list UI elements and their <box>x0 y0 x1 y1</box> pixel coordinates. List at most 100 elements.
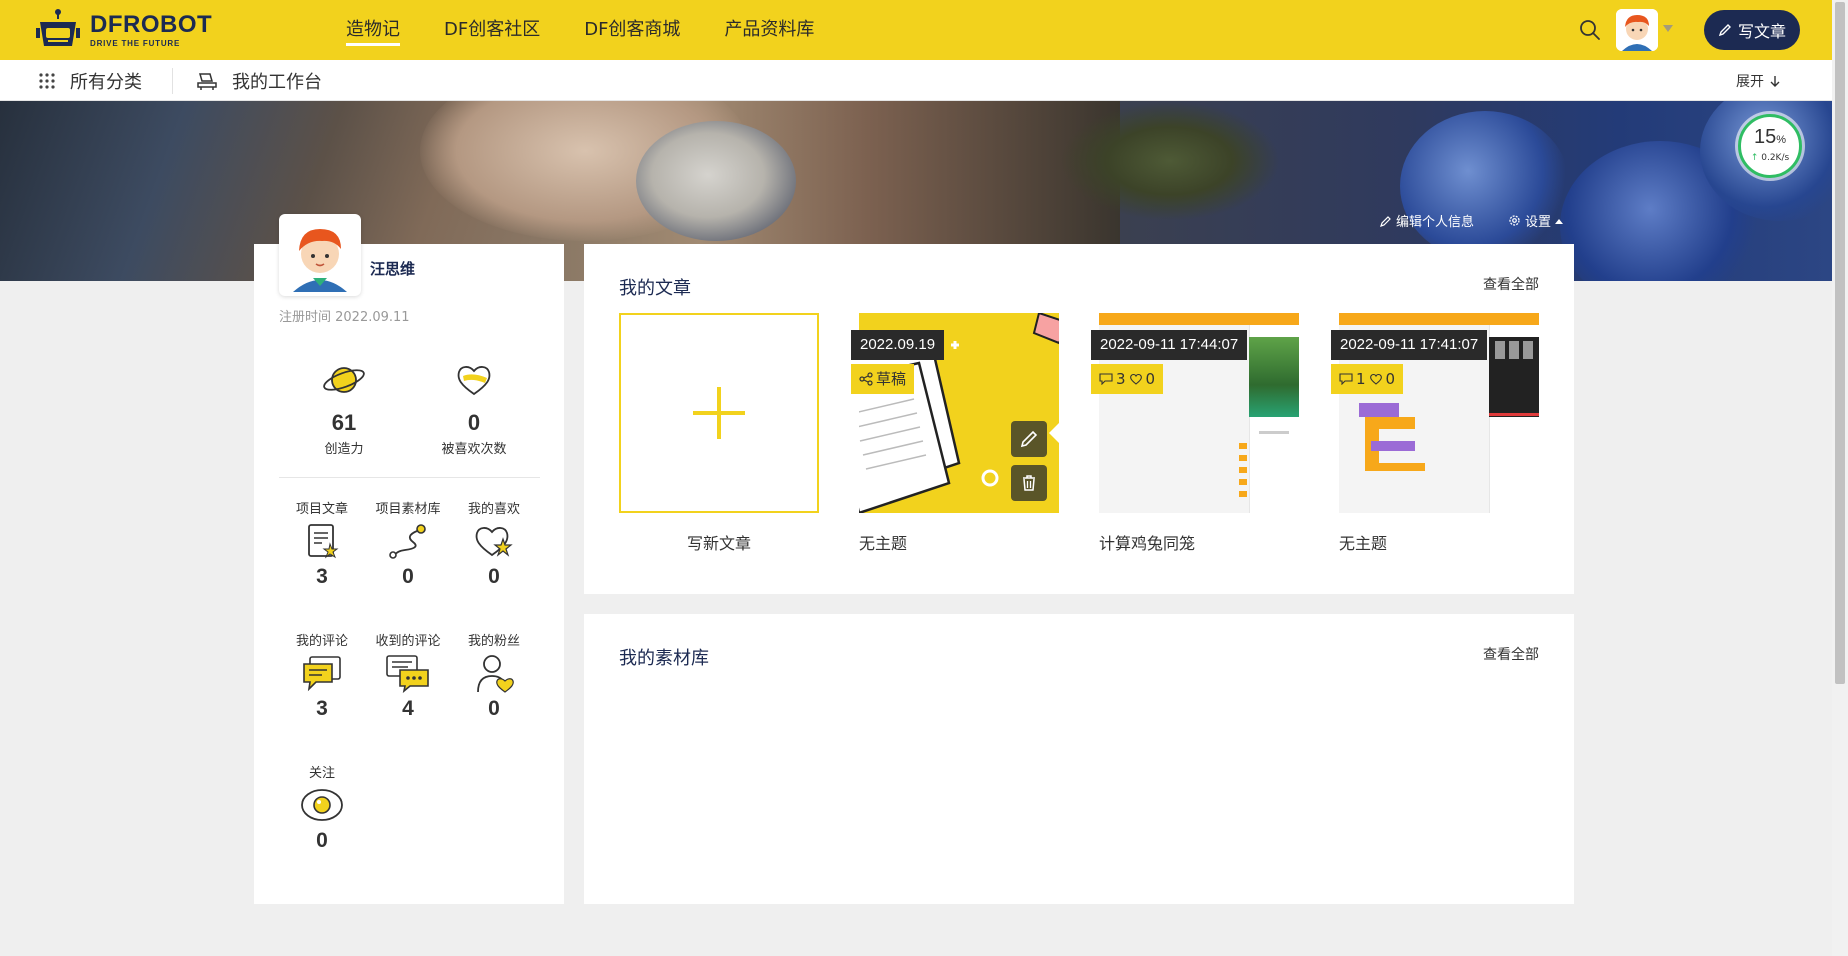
my-workbench-label: 我的工作台 <box>232 71 322 93</box>
edit-profile-label: 编辑个人信息 <box>1396 215 1475 230</box>
stat-value: 0 <box>488 697 500 720</box>
delete-article-button[interactable] <box>1011 465 1047 501</box>
shot-stage-grid <box>1495 341 1533 359</box>
workbench-icon <box>197 72 217 90</box>
nav-item-df-community[interactable]: DF创客社区 <box>444 0 540 60</box>
page-scrollbar-thumb[interactable] <box>1835 2 1845 684</box>
article-title[interactable]: 计算鸡兔同笼 <box>1099 530 1195 554</box>
avatar <box>283 218 357 292</box>
my-articles-title: 我的文章 <box>619 278 691 299</box>
write-article-label: 写文章 <box>1737 22 1786 41</box>
shot-header <box>1339 313 1539 325</box>
article-title[interactable]: 无主题 <box>1339 530 1387 554</box>
project-materials-stat[interactable]: 项目素材库 0 <box>363 498 453 589</box>
nav-item-zaowuji[interactable]: 造物记 <box>346 0 400 60</box>
robot-logo-icon <box>36 9 80 46</box>
stat-value: 0 <box>488 565 500 588</box>
expand-label: 展开 <box>1736 73 1764 90</box>
comment-icon <box>1099 373 1113 385</box>
search-button[interactable] <box>1578 18 1602 42</box>
heart-icon <box>1129 373 1142 385</box>
shot-line <box>1259 431 1289 434</box>
shot-stage-image <box>1249 337 1299 417</box>
main-nav: 造物记 DF创客社区 DF创客商城 产品资料库 <box>346 0 858 60</box>
brand-tagline: DRIVE THE FUTURE <box>90 38 181 48</box>
draft-status-label: 草稿 <box>876 370 907 388</box>
stat-label: 我的评论 <box>295 634 348 649</box>
comment-icon <box>303 656 341 692</box>
banner-clay-shape <box>636 121 796 241</box>
likes-received-value: 0 <box>467 410 481 435</box>
user-avatar-button[interactable] <box>1616 9 1658 51</box>
network-speed-widget[interactable]: 15% ↑ 0.2K/s <box>1738 114 1802 178</box>
divider <box>279 477 540 478</box>
stat-label: 我的粉丝 <box>467 634 520 649</box>
pencil-icon <box>1020 430 1038 448</box>
banner-blue-clay-1 <box>1400 111 1570 261</box>
speed-rate-value: 0.2K/s <box>1761 153 1790 163</box>
write-article-button[interactable]: 写文章 <box>1704 10 1800 50</box>
like-count: 0 <box>1145 370 1156 388</box>
expand-button[interactable]: 展开 <box>1736 60 1780 101</box>
heart-icon <box>457 366 491 396</box>
stat-label: 项目文章 <box>295 502 348 517</box>
received-comments-icon <box>386 655 429 693</box>
received-comments-stat[interactable]: 收到的评论 4 <box>363 630 453 721</box>
shot-line <box>1489 413 1539 416</box>
dfrobot-logo[interactable]: DFROBOT DRIVE THE FUTURE <box>36 8 212 52</box>
my-comments-stat[interactable]: 我的评论 3 <box>277 630 367 721</box>
chevron-down-icon[interactable] <box>1662 22 1674 34</box>
article-stats-tag: 3 0 <box>1091 364 1164 394</box>
stat-value: 4 <box>402 697 414 720</box>
shot-block <box>1365 463 1425 471</box>
article-stats-tag: 1 0 <box>1331 364 1404 394</box>
following-stat[interactable]: 关注 0 <box>277 762 367 853</box>
all-categories-button[interactable]: 所有分类 <box>38 60 142 101</box>
all-categories-label: 所有分类 <box>70 71 142 93</box>
profile-avatar[interactable] <box>279 214 361 296</box>
upload-arrow-icon: ↑ <box>1750 153 1759 163</box>
shot-block <box>1365 417 1415 429</box>
stat-value: 0 <box>402 565 414 588</box>
registration-date: 注册时间 2022.09.11 <box>279 310 410 325</box>
pencil-icon <box>1718 24 1731 37</box>
comment-count: 1 <box>1356 370 1366 388</box>
material-path-icon <box>389 524 426 559</box>
share-icon <box>859 372 873 386</box>
my-workbench-button[interactable]: 我的工作台 <box>196 60 322 101</box>
new-article-caption: 写新文章 <box>687 534 752 553</box>
article-title[interactable]: 无主题 <box>859 530 907 554</box>
plus-icon <box>693 387 745 439</box>
my-likes-stat[interactable]: 我的喜欢 0 <box>449 498 539 589</box>
article-date-tag: 2022-09-11 17:41:07 <box>1331 330 1488 360</box>
article-date-tag: 2022-09-11 17:44:07 <box>1091 330 1248 360</box>
stat-value: 3 <box>316 565 328 588</box>
edit-article-button[interactable] <box>1011 421 1047 457</box>
planet-icon <box>323 367 365 393</box>
banner-herb-shape <box>1060 101 1280 221</box>
heart-star-icon <box>475 527 513 557</box>
caret-up-icon <box>1555 218 1564 224</box>
stat-value: 0 <box>316 829 328 852</box>
trash-icon <box>1023 475 1035 491</box>
my-fans-stat[interactable]: 我的粉丝 0 <box>449 630 539 721</box>
new-article-tile[interactable] <box>619 313 819 513</box>
articles-view-all-link[interactable]: 查看全部 <box>1483 274 1539 294</box>
comment-count: 3 <box>1116 370 1126 388</box>
sub-nav-bar: 所有分类 我的工作台 展开 <box>0 60 1832 101</box>
settings-button[interactable]: 设置 <box>1508 211 1564 230</box>
speed-rate: ↑ 0.2K/s <box>1741 153 1799 163</box>
brand-name: DFROBOT <box>90 10 213 38</box>
nav-item-product-library[interactable]: 产品资料库 <box>724 0 814 60</box>
stat-label: 收到的评论 <box>375 634 441 649</box>
nav-item-df-mall[interactable]: DF创客商城 <box>584 0 680 60</box>
project-articles-stat[interactable]: 项目文章 3 <box>277 498 367 589</box>
comment-icon <box>1339 373 1353 385</box>
shot-block <box>1359 403 1399 417</box>
edit-profile-button[interactable]: 编辑个人信息 <box>1380 211 1474 230</box>
shot-block-palette <box>1239 443 1247 503</box>
top-bar: DFROBOT DRIVE THE FUTURE 造物记 DF创客社区 DF创客… <box>0 0 1848 60</box>
materials-view-all-link[interactable]: 查看全部 <box>1483 644 1539 664</box>
speed-percent: 15% <box>1741 127 1799 150</box>
speed-percent-value: 15 <box>1753 126 1777 148</box>
